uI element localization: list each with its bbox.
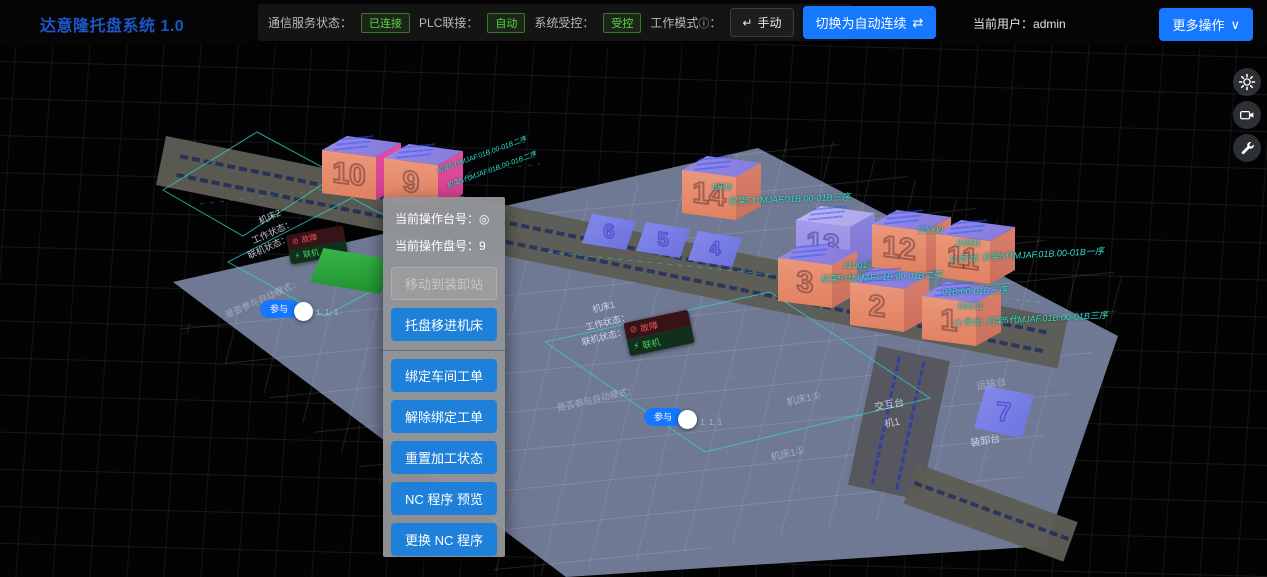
menu-divider	[383, 350, 505, 351]
station-number-line: 当前操作台号：◎	[383, 205, 505, 232]
workorder-code: 08001	[958, 301, 983, 311]
machine2-fault: 故障	[301, 232, 319, 246]
change-nc-program-button[interactable]: 更换 NC 程序	[391, 523, 497, 556]
link-icon: ⚡	[632, 340, 640, 352]
fault-icon: ⊘	[629, 324, 639, 336]
work-mode-label: 工作模式ⓘ：	[650, 14, 721, 31]
gear-icon	[1238, 73, 1256, 91]
reset-machining-state-button[interactable]: 重置加工状态	[391, 441, 497, 474]
bind-workorder-button[interactable]: 绑定车间工单	[391, 359, 497, 392]
plc-status-label: PLC联接：	[419, 14, 478, 31]
control-status-label: 系统受控：	[534, 14, 594, 31]
toggle-knob	[294, 302, 313, 321]
comm-status-badge: 已连接	[361, 13, 410, 33]
station-number-value: ◎	[479, 212, 489, 226]
plc-status-badge: 自动	[487, 13, 525, 33]
pallet-number: 2	[850, 282, 904, 333]
fault-icon: ⊘	[291, 236, 299, 246]
workorder-code: 11001	[843, 260, 867, 270]
machine2-counts: 1, 1, 1	[316, 308, 338, 317]
control-status-badge: 受控	[603, 13, 641, 33]
current-user: 当前用户：admin	[973, 15, 1066, 32]
machine1-fault: 故障	[639, 318, 659, 334]
machine1-auto-toggle[interactable]: 参与	[644, 404, 697, 429]
more-actions-button[interactable]: 更多操作 ∨	[1159, 8, 1253, 41]
wrench-icon	[1239, 140, 1256, 157]
info-icon: ⓘ	[698, 15, 709, 31]
status-strip: 通信服务状态： 已连接 PLC联接： 自动 系统受控： 受控 工作模式ⓘ： ↵ …	[258, 4, 852, 41]
manual-mode-button[interactable]: ↵ 手动	[730, 8, 793, 37]
pallet-context-menu: 当前操作台号：◎ 当前操作盘号：9 移动到装卸站 托盘移进机床 绑定车间工单 解…	[383, 197, 505, 557]
switch-auto-button[interactable]: 切换为自动连续 ⇄	[803, 6, 937, 39]
nc-program-preview-button[interactable]: NC 程序 预览	[391, 482, 497, 515]
machine1-online: 联机	[641, 335, 661, 351]
workorder-code: 23000	[918, 225, 943, 235]
workorder-label: 01B.00-01B三序	[942, 283, 1008, 298]
comm-status-label: 通信服务状态：	[268, 14, 352, 31]
enter-arrow-icon: ↵	[742, 16, 752, 30]
machine2-auto-toggle[interactable]: 参与	[260, 296, 313, 321]
app-title: 达意隆托盘系统 1.0	[40, 12, 184, 36]
machine-short-label: 机1	[883, 413, 901, 430]
pallet-number-value: 9	[479, 239, 486, 253]
swap-icon: ⇄	[913, 15, 924, 31]
camera-icon	[1238, 106, 1256, 124]
camera-view-button[interactable]	[1233, 101, 1261, 129]
machine1-counts: 1, 1, 1	[700, 418, 722, 427]
toggle-knob	[678, 410, 697, 429]
machine2-online: 联机	[302, 247, 320, 261]
scene-3d[interactable]: 6 5 4 7 10 9 14 13 12	[0, 44, 1267, 577]
app-window: 达意隆托盘系统 1.0 通信服务状态： 已连接 PLC联接： 自动 系统受控： …	[0, 0, 1267, 577]
pallet-number-line: 当前操作盘号：9	[383, 232, 505, 259]
header-bar: 达意隆托盘系统 1.0 通信服务状态： 已连接 PLC联接： 自动 系统受控： …	[0, 0, 1267, 44]
tools-button[interactable]	[1233, 134, 1261, 162]
current-user-value: admin	[1033, 17, 1066, 31]
pallet-number: 10	[322, 150, 376, 201]
workorder-code: 8002	[712, 182, 732, 192]
move-to-loaddock-button[interactable]: 移动到装卸站	[391, 267, 497, 300]
chevron-down-icon: ∨	[1230, 17, 1240, 33]
pallet-into-machine-button[interactable]: 托盘移进机床	[391, 308, 497, 341]
link-icon: ⚡	[294, 251, 301, 261]
unbind-workorder-button[interactable]: 解除绑定工单	[391, 400, 497, 433]
workorder-code: 24001	[956, 238, 981, 248]
settings-button[interactable]	[1233, 68, 1261, 96]
